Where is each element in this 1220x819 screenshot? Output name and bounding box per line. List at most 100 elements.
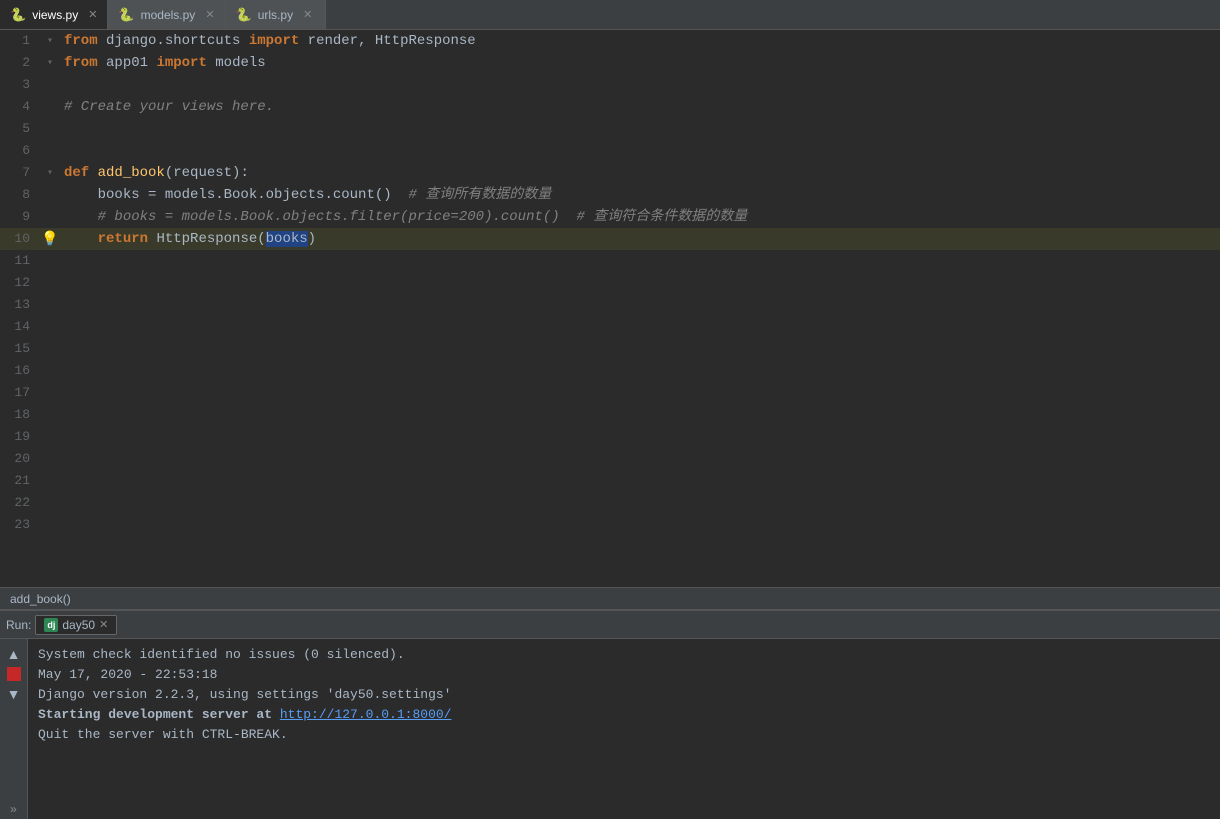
- line-gutter-3: [40, 74, 60, 96]
- code-line-8: 8 books = models.Book.objects.count() # …: [0, 184, 1220, 206]
- code-line-22: 22: [0, 492, 1220, 514]
- line-content-20: [60, 448, 1220, 470]
- scroll-up-button[interactable]: ▲: [3, 643, 25, 665]
- code-line-19: 19: [0, 426, 1220, 448]
- scroll-down-button[interactable]: ▼: [3, 683, 25, 705]
- line-gutter-17: [40, 382, 60, 404]
- code-line-18: 18: [0, 404, 1220, 426]
- line-content-2: from app01 import models: [60, 52, 1220, 74]
- line-content-18: [60, 404, 1220, 426]
- code-line-3: 3: [0, 74, 1220, 96]
- stop-button[interactable]: [7, 667, 21, 681]
- fold-icon[interactable]: ▾: [47, 167, 53, 179]
- run-body: ▲ ▼ » System check identified no issues …: [0, 639, 1220, 819]
- run-output-line: Django version 2.2.3, using settings 'da…: [38, 685, 1210, 705]
- run-label: Run:: [6, 618, 31, 632]
- run-output-line: Quit the server with CTRL-BREAK.: [38, 725, 1210, 745]
- line-number-8: 8: [0, 184, 40, 206]
- line-content-11: [60, 250, 1220, 272]
- line-number-15: 15: [0, 338, 40, 360]
- code-line-15: 15: [0, 338, 1220, 360]
- fold-icon[interactable]: ▾: [47, 57, 53, 69]
- line-number-22: 22: [0, 492, 40, 514]
- line-content-13: [60, 294, 1220, 316]
- code-line-6: 6: [0, 140, 1220, 162]
- line-number-5: 5: [0, 118, 40, 140]
- line-number-16: 16: [0, 360, 40, 382]
- tab-models-label: models.py: [141, 8, 196, 22]
- code-line-12: 12: [0, 272, 1220, 294]
- line-number-14: 14: [0, 316, 40, 338]
- status-bar: add_book(): [0, 587, 1220, 609]
- server-url-link[interactable]: http://127.0.0.1:8000/: [280, 707, 452, 722]
- run-panel: Run: dj day50 ✕ ▲ ▼ » System check ident…: [0, 609, 1220, 819]
- run-tab-label: day50: [62, 618, 95, 632]
- tab-bar: 🐍 views.py ✕ 🐍 models.py ✕ 🐍 urls.py ✕: [0, 0, 1220, 30]
- line-number-3: 3: [0, 74, 40, 96]
- code-line-10: 10💡 return HttpResponse(books): [0, 228, 1220, 250]
- line-gutter-20: [40, 448, 60, 470]
- line-number-17: 17: [0, 382, 40, 404]
- line-content-21: [60, 470, 1220, 492]
- line-number-2: 2: [0, 52, 40, 74]
- tab-urls-close[interactable]: ✕: [303, 8, 312, 21]
- line-content-10: return HttpResponse(books): [60, 228, 1220, 250]
- line-gutter-4: [40, 96, 60, 118]
- django-icon: dj: [44, 618, 58, 632]
- line-gutter-15: [40, 338, 60, 360]
- code-line-17: 17: [0, 382, 1220, 404]
- line-content-6: [60, 140, 1220, 162]
- code-line-5: 5: [0, 118, 1220, 140]
- line-content-22: [60, 492, 1220, 514]
- line-content-16: [60, 360, 1220, 382]
- line-number-9: 9: [0, 206, 40, 228]
- line-content-12: [60, 272, 1220, 294]
- line-number-1: 1: [0, 30, 40, 52]
- line-content-19: [60, 426, 1220, 448]
- tab-models[interactable]: 🐍 models.py ✕: [108, 0, 225, 29]
- code-editor: 1▾from django.shortcuts import render, H…: [0, 30, 1220, 587]
- run-toolbar: Run: dj day50 ✕: [0, 611, 1220, 639]
- code-line-23: 23: [0, 514, 1220, 536]
- line-gutter-23: [40, 514, 60, 536]
- line-content-23: [60, 514, 1220, 536]
- run-tab-close[interactable]: ✕: [99, 618, 108, 631]
- line-gutter-6: [40, 140, 60, 162]
- models-icon: 🐍: [118, 7, 134, 23]
- fold-icon[interactable]: ▾: [47, 35, 53, 47]
- line-gutter-14: [40, 316, 60, 338]
- tab-urls[interactable]: 🐍 urls.py ✕: [226, 0, 326, 29]
- code-lines-container: 1▾from django.shortcuts import render, H…: [0, 30, 1220, 536]
- line-number-21: 21: [0, 470, 40, 492]
- line-content-17: [60, 382, 1220, 404]
- line-gutter-16: [40, 360, 60, 382]
- line-gutter-22: [40, 492, 60, 514]
- run-output: System check identified no issues (0 sil…: [28, 639, 1220, 819]
- line-content-3: [60, 74, 1220, 96]
- line-gutter-18: [40, 404, 60, 426]
- code-line-21: 21: [0, 470, 1220, 492]
- run-output-text: Starting development server at: [38, 707, 280, 722]
- tab-models-close[interactable]: ✕: [205, 8, 214, 21]
- code-line-20: 20: [0, 448, 1220, 470]
- line-number-7: 7: [0, 162, 40, 184]
- tab-views-close[interactable]: ✕: [88, 8, 97, 21]
- tab-views[interactable]: 🐍 views.py ✕: [0, 0, 108, 29]
- run-output-line: System check identified no issues (0 sil…: [38, 645, 1210, 665]
- expand-icon[interactable]: »: [8, 801, 19, 819]
- line-number-4: 4: [0, 96, 40, 118]
- line-gutter-5: [40, 118, 60, 140]
- line-gutter-2: ▾: [40, 52, 60, 74]
- code-line-7: 7 ▾ def add_book(request):: [0, 162, 1220, 184]
- line-gutter-7: ▾: [40, 162, 60, 184]
- run-tab-day50[interactable]: dj day50 ✕: [35, 615, 117, 635]
- line-content-7: def add_book(request):: [60, 162, 1220, 184]
- line-content-5: [60, 118, 1220, 140]
- line-number-19: 19: [0, 426, 40, 448]
- bulb-icon[interactable]: 💡: [41, 231, 58, 248]
- line-gutter-8: [40, 184, 60, 206]
- run-left-panel: ▲ ▼ »: [0, 639, 28, 819]
- code-line-11: 11: [0, 250, 1220, 272]
- line-number-11: 11: [0, 250, 40, 272]
- line-content-14: [60, 316, 1220, 338]
